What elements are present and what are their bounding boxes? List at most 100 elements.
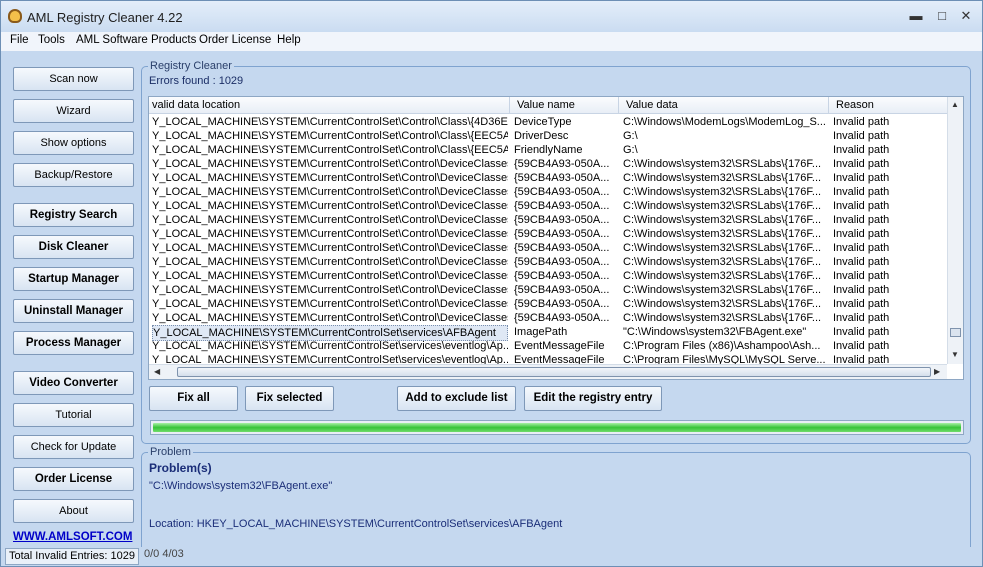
table-row[interactable]: Y_LOCAL_MACHINE\SYSTEM\CurrentControlSet…: [149, 171, 947, 185]
column-header-reason[interactable]: Reason: [836, 99, 874, 111]
table-row[interactable]: Y_LOCAL_MACHINE\SYSTEM\CurrentControlSet…: [149, 339, 947, 353]
horizontal-scroll-thumb[interactable]: [177, 367, 931, 377]
table-cell: Y_LOCAL_MACHINE\SYSTEM\CurrentControlSet…: [152, 298, 508, 310]
column-header-value-data[interactable]: Value data: [626, 99, 678, 111]
startup-manager-button[interactable]: Startup Manager: [13, 267, 134, 291]
table-cell: C:\Windows\system32\SRSLabs\{176F...: [623, 298, 822, 310]
table-cell: C:\Windows\system32\SRSLabs\{176F...: [623, 256, 822, 268]
scroll-left-icon[interactable]: ◀: [154, 367, 160, 376]
results-grid[interactable]: valid data location Value name Value dat…: [148, 96, 964, 380]
table-cell: Y_LOCAL_MACHINE\SYSTEM\CurrentControlSet…: [152, 256, 508, 268]
show-options-button[interactable]: Show options: [13, 131, 134, 155]
registry-search-button[interactable]: Registry Search: [13, 203, 134, 227]
fix-selected-button[interactable]: Fix selected: [245, 386, 334, 411]
table-cell: {59CB4A93-050A...: [514, 200, 610, 212]
table-cell: Y_LOCAL_MACHINE\SYSTEM\CurrentControlSet…: [152, 158, 508, 170]
column-header-value-name[interactable]: Value name: [517, 99, 575, 111]
table-cell: FriendlyName: [514, 144, 583, 156]
table-row[interactable]: Y_LOCAL_MACHINE\SYSTEM\CurrentControlSet…: [149, 227, 947, 241]
table-cell: C:\Windows\system32\SRSLabs\{176F...: [623, 214, 822, 226]
amlsoft-link[interactable]: WWW.AMLSOFT.COM: [13, 531, 132, 543]
menu-file[interactable]: File: [10, 34, 29, 46]
total-invalid-entries: Total Invalid Entries: 1029: [5, 548, 139, 565]
table-row[interactable]: Y_LOCAL_MACHINE\SYSTEM\CurrentControlSet…: [149, 129, 947, 143]
scroll-right-icon[interactable]: ▶: [934, 367, 940, 376]
table-row[interactable]: Y_LOCAL_MACHINE\SYSTEM\CurrentControlSet…: [149, 297, 947, 311]
table-cell: Invalid path: [833, 200, 890, 212]
scan-progress-bar: [150, 420, 964, 435]
table-row[interactable]: Y_LOCAL_MACHINE\SYSTEM\CurrentControlSet…: [149, 185, 947, 199]
horizontal-scrollbar[interactable]: ◀ ▶: [149, 364, 947, 379]
table-cell: {59CB4A93-050A...: [514, 312, 610, 324]
table-cell: G:\: [623, 144, 638, 156]
table-cell: Invalid path: [833, 242, 890, 254]
table-row[interactable]: Y_LOCAL_MACHINE\SYSTEM\CurrentControlSet…: [149, 199, 947, 213]
table-cell: {59CB4A93-050A...: [514, 298, 610, 310]
table-cell: G:\: [623, 130, 638, 142]
table-row[interactable]: Y_LOCAL_MACHINE\SYSTEM\CurrentControlSet…: [149, 269, 947, 283]
menu-help[interactable]: Help: [277, 34, 301, 46]
table-cell: Invalid path: [833, 172, 890, 184]
table-cell: Invalid path: [833, 326, 890, 338]
table-row[interactable]: Y_LOCAL_MACHINE\SYSTEM\CurrentControlSet…: [149, 143, 947, 157]
table-cell: {59CB4A93-050A...: [514, 256, 610, 268]
registry-cleaner-title: Registry Cleaner: [148, 60, 234, 72]
table-cell: {59CB4A93-050A...: [514, 270, 610, 282]
table-cell: Invalid path: [833, 130, 890, 142]
table-row[interactable]: Y_LOCAL_MACHINE\SYSTEM\CurrentControlSet…: [149, 283, 947, 297]
column-divider: [509, 97, 510, 114]
table-cell: C:\Windows\system32\SRSLabs\{176F...: [623, 158, 822, 170]
problem-value: "C:\Windows\system32\FBAgent.exe": [149, 480, 333, 492]
table-cell: EventMessageFile: [514, 340, 605, 352]
table-cell: Y_LOCAL_MACHINE\SYSTEM\CurrentControlSet…: [152, 144, 508, 156]
table-cell: Y_LOCAL_MACHINE\SYSTEM\CurrentControlSet…: [152, 312, 508, 324]
table-cell: "C:\Windows\system32\FBAgent.exe": [623, 326, 807, 338]
menu-tools[interactable]: Tools: [38, 34, 65, 46]
problem-location: Location: HKEY_LOCAL_MACHINE\SYSTEM\Curr…: [149, 518, 563, 530]
add-exclude-button[interactable]: Add to exclude list: [397, 386, 516, 411]
wizard-button[interactable]: Wizard: [13, 99, 134, 123]
check-update-button[interactable]: Check for Update: [13, 435, 134, 459]
table-cell: {59CB4A93-050A...: [514, 242, 610, 254]
title-bar[interactable]: AML Registry Cleaner 4.22 ▬ □ ✕: [1, 1, 982, 32]
table-row[interactable]: Y_LOCAL_MACHINE\SYSTEM\CurrentControlSet…: [149, 325, 947, 341]
table-cell: C:\Windows\system32\SRSLabs\{176F...: [623, 200, 822, 212]
table-row[interactable]: Y_LOCAL_MACHINE\SYSTEM\CurrentControlSet…: [149, 311, 947, 325]
table-cell: Y_LOCAL_MACHINE\SYSTEM\CurrentControlSet…: [152, 270, 508, 282]
table-cell: Y_LOCAL_MACHINE\SYSTEM\CurrentControlSet…: [152, 228, 508, 240]
tutorial-button[interactable]: Tutorial: [13, 403, 134, 427]
uninstall-manager-button[interactable]: Uninstall Manager: [13, 299, 134, 323]
process-manager-button[interactable]: Process Manager: [13, 331, 134, 355]
menu-aml-products[interactable]: AML Software Products: [76, 34, 196, 46]
window-title: AML Registry Cleaner 4.22: [27, 10, 183, 25]
scan-now-button[interactable]: Scan now: [13, 67, 134, 91]
disk-cleaner-button[interactable]: Disk Cleaner: [13, 235, 134, 259]
maximize-button[interactable]: □: [930, 7, 954, 25]
table-cell: C:\Program Files (x86)\Ashampoo\Ash...: [623, 340, 821, 352]
table-cell: Invalid path: [833, 144, 890, 156]
fix-all-button[interactable]: Fix all: [149, 386, 238, 411]
table-row[interactable]: Y_LOCAL_MACHINE\SYSTEM\CurrentControlSet…: [149, 241, 947, 255]
table-cell: Y_LOCAL_MACHINE\SYSTEM\CurrentControlSet…: [152, 284, 508, 296]
minimize-button[interactable]: ▬: [904, 7, 928, 25]
table-cell: {59CB4A93-050A...: [514, 186, 610, 198]
scroll-down-icon[interactable]: ▼: [951, 350, 959, 359]
table-cell: Invalid path: [833, 340, 890, 352]
vertical-scrollbar[interactable]: ▲ ▼: [947, 97, 963, 364]
table-row[interactable]: Y_LOCAL_MACHINE\SYSTEM\CurrentControlSet…: [149, 157, 947, 171]
menu-order-license[interactable]: Order License: [199, 34, 271, 46]
table-row[interactable]: Y_LOCAL_MACHINE\SYSTEM\CurrentControlSet…: [149, 115, 947, 129]
vertical-scroll-thumb[interactable]: [950, 328, 961, 337]
column-header-location[interactable]: valid data location: [152, 99, 240, 111]
order-license-button[interactable]: Order License: [13, 467, 134, 491]
about-button[interactable]: About: [13, 499, 134, 523]
table-row[interactable]: Y_LOCAL_MACHINE\SYSTEM\CurrentControlSet…: [149, 213, 947, 227]
video-converter-button[interactable]: Video Converter: [13, 371, 134, 395]
edit-registry-entry-button[interactable]: Edit the registry entry: [524, 386, 662, 411]
table-cell: Invalid path: [833, 284, 890, 296]
close-button[interactable]: ✕: [954, 7, 978, 25]
table-cell: {59CB4A93-050A...: [514, 214, 610, 226]
scroll-up-icon[interactable]: ▲: [951, 100, 959, 109]
table-row[interactable]: Y_LOCAL_MACHINE\SYSTEM\CurrentControlSet…: [149, 255, 947, 269]
backup-restore-button[interactable]: Backup/Restore: [13, 163, 134, 187]
